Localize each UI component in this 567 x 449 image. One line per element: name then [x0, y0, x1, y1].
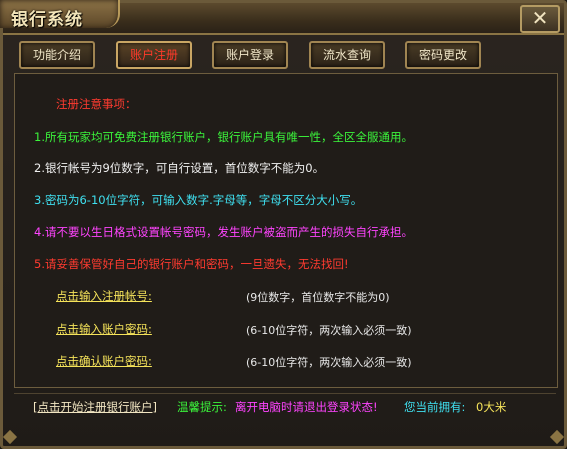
- account-password-label: 点击输入账户密码: [56, 322, 148, 336]
- tab-account-login[interactable]: 账户登录: [212, 41, 288, 69]
- corner-ornament-left: [2, 429, 18, 445]
- register-account-input-link[interactable]: 点击输入注册帐号:: [56, 288, 152, 304]
- footer-bar: [点击开始注册银行账户] 温馨提示: 离开电脑时请退出登录状态! 您当前拥有: …: [14, 393, 556, 418]
- tab-row: 功能介绍 账户注册 账户登录 流水查询 密码更改: [15, 41, 555, 69]
- confirm-password-label: 点击确认账户密码: [56, 354, 148, 368]
- register-account-label: 点击输入注册帐号: [56, 289, 148, 303]
- account-password-hint: (6-10位字符，两次输入必须一致): [246, 324, 412, 337]
- bank-window: 银行系统 ✕ 功能介绍 账户注册 账户登录 流水查询 密码更改 注册注意事项： …: [0, 0, 567, 449]
- start-register-button[interactable]: [点击开始注册银行账户]: [33, 399, 157, 415]
- colon: :: [148, 289, 152, 303]
- colon: :: [148, 322, 152, 336]
- notice-header: 注册注意事项：: [56, 97, 137, 111]
- confirm-password-hint: (6-10位字符，两次输入必须一致): [246, 356, 412, 369]
- tab-password-change[interactable]: 密码更改: [405, 41, 481, 69]
- notice-item-4: 4.请不要以生日格式设置帐号密码，发生账户被盗而产生的损失自行承担。: [34, 225, 413, 239]
- corner-ornament-right: [549, 429, 565, 445]
- colon: :: [148, 354, 152, 368]
- start-register-label: 点击开始注册银行账户: [37, 400, 153, 414]
- register-account-hint: (9位数字，首位数字不能为0): [246, 291, 390, 304]
- notice-item-2: 2.银行帐号为9位数字，可自行设置，首位数字不能为0。: [34, 161, 325, 175]
- holding-label: 您当前拥有:: [404, 400, 466, 414]
- tab-transaction-query[interactable]: 流水查询: [309, 41, 385, 69]
- window-title: 银行系统: [11, 10, 83, 30]
- tab-feature-intro[interactable]: 功能介绍: [19, 41, 95, 69]
- tip-text: 离开电脑时请退出登录状态!: [235, 400, 378, 414]
- tip-label: 温馨提示:: [177, 400, 227, 414]
- holding-value: 0大米: [476, 400, 507, 414]
- content-panel: 注册注意事项： 1.所有玩家均可免费注册银行账户，银行账户具有唯一性，全区全服通…: [14, 73, 558, 388]
- confirm-password-input-link[interactable]: 点击确认账户密码:: [56, 353, 152, 369]
- close-button[interactable]: ✕: [520, 5, 560, 33]
- tab-account-register[interactable]: 账户注册: [116, 41, 192, 69]
- notice-item-1: 1.所有玩家均可免费注册银行账户，银行账户具有唯一性，全区全服通用。: [34, 130, 413, 144]
- account-password-input-link[interactable]: 点击输入账户密码:: [56, 321, 152, 337]
- title-bar[interactable]: 银行系统 ✕: [0, 0, 564, 35]
- notice-item-5: 5.请妥善保管好自己的银行账户和密码，一旦遗失，无法找回!: [34, 257, 349, 271]
- notice-item-3: 3.密码为6-10位字符，可输入数字.字母等，字母不区分大小写。: [34, 193, 363, 207]
